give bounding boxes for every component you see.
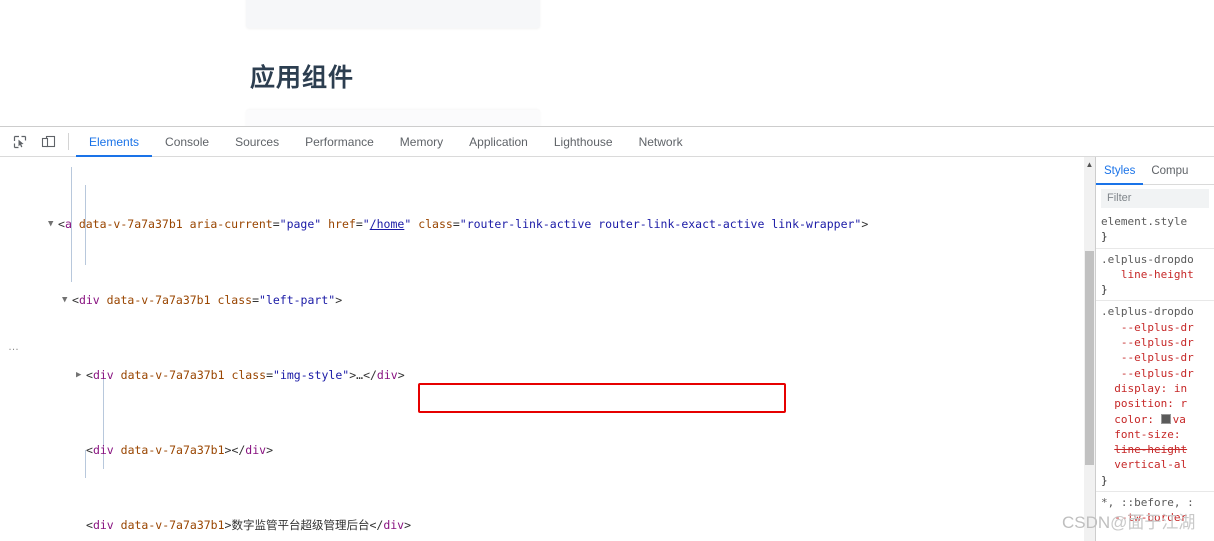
css-property[interactable]: vertical-al xyxy=(1114,458,1187,471)
devtools-tab-bar: Elements Console Sources Performance Mem… xyxy=(76,127,696,157)
css-property[interactable]: font-size: xyxy=(1114,428,1180,441)
page-title: 应用组件 xyxy=(250,64,355,92)
css-property[interactable]: display: in xyxy=(1114,382,1187,395)
tab-performance[interactable]: Performance xyxy=(292,128,387,157)
collapse-arrow[interactable]: ▶ xyxy=(76,366,86,385)
expand-arrow[interactable]: ▼ xyxy=(48,215,58,234)
css-property[interactable]: --elplus-dr xyxy=(1121,367,1194,380)
css-property[interactable]: line-height xyxy=(1121,268,1194,281)
css-rule-universal[interactable]: *, ::before, : --tw-border xyxy=(1096,492,1214,529)
page-content-card xyxy=(246,110,540,126)
tab-styles[interactable]: Styles xyxy=(1096,158,1144,185)
devtools-panel: Elements Console Sources Performance Mem… xyxy=(0,126,1214,541)
tab-elements[interactable]: Elements xyxy=(76,128,153,157)
css-close-brace: } xyxy=(1101,283,1108,297)
css-property[interactable]: --tw-border xyxy=(1114,511,1187,524)
scroll-up-icon[interactable]: ▲ xyxy=(1085,160,1094,169)
css-selector: element.style xyxy=(1101,215,1188,228)
expand-arrow[interactable]: ▼ xyxy=(62,291,72,310)
css-rule-dropdown-2[interactable]: .elplus-dropdo --elplus-dr --elplus-dr -… xyxy=(1096,301,1214,493)
devtools-toolbar: Elements Console Sources Performance Mem… xyxy=(0,127,1214,157)
inspect-element-icon[interactable] xyxy=(6,127,34,156)
css-property[interactable]: --elplus-dr xyxy=(1121,321,1194,334)
dom-line[interactable]: ▼ <a data-v-7a7a37b1 aria-current="page" … xyxy=(0,215,1095,234)
css-property[interactable]: position: r xyxy=(1114,397,1187,410)
css-property[interactable]: --elplus-dr xyxy=(1121,336,1194,349)
css-rule-element-style[interactable]: element.style} xyxy=(1096,211,1214,249)
device-toolbar-icon[interactable] xyxy=(34,127,62,156)
devtools-body: … ▼ <a data-v-7a7a37b1 aria-current="page… xyxy=(0,157,1214,541)
css-property[interactable]: color: xyxy=(1114,413,1154,426)
styles-filter-input[interactable]: Filter xyxy=(1101,189,1209,208)
css-close-brace: } xyxy=(1101,230,1108,244)
css-selector: *, ::before, : xyxy=(1101,496,1194,510)
css-close-brace: } xyxy=(1101,473,1108,487)
tab-application[interactable]: Application xyxy=(456,128,541,157)
tab-console[interactable]: Console xyxy=(152,128,222,157)
styles-pane: Styles Compu Filter element.style} .elpl… xyxy=(1096,157,1214,541)
css-selector: .elplus-dropdo xyxy=(1101,252,1194,266)
css-selector: .elplus-dropdo xyxy=(1101,305,1194,319)
dom-tree[interactable]: ▼ <a data-v-7a7a37b1 aria-current="page" … xyxy=(0,157,1095,541)
tab-lighthouse[interactable]: Lighthouse xyxy=(541,128,626,157)
css-property-overridden[interactable]: line-height xyxy=(1114,443,1187,456)
dom-line[interactable]: ▼ <div data-v-7a7a37b1 class="left-part"> xyxy=(0,291,1095,310)
color-swatch-icon[interactable] xyxy=(1160,413,1171,424)
styles-tab-bar: Styles Compu xyxy=(1096,157,1214,185)
tab-network[interactable]: Network xyxy=(626,128,696,157)
tab-sources[interactable]: Sources xyxy=(222,128,292,157)
dom-tree-scrollbar[interactable]: ▲ xyxy=(1084,157,1095,541)
css-property[interactable]: --elplus-dr xyxy=(1121,351,1194,364)
css-rule-dropdown-1[interactable]: .elplus-dropdo line-height} xyxy=(1096,249,1214,302)
dom-tree-pane[interactable]: … ▼ <a data-v-7a7a37b1 aria-current="page… xyxy=(0,157,1095,541)
scrollbar-thumb[interactable] xyxy=(1085,251,1094,465)
dom-line[interactable]: ▶ <div data-v-7a7a37b1 class="img-style">… xyxy=(0,366,1095,385)
tab-memory[interactable]: Memory xyxy=(387,128,456,157)
styles-filter-row: Filter xyxy=(1096,185,1214,211)
page-top-card xyxy=(246,0,540,28)
toolbar-divider xyxy=(68,133,69,150)
dom-line[interactable]: <div data-v-7a7a37b1></div> xyxy=(0,441,1095,460)
web-page-viewport: 应用组件 xyxy=(0,0,1214,126)
dom-line[interactable]: <div data-v-7a7a37b1>数字监管平台超级管理后台</div> xyxy=(0,516,1095,535)
css-value[interactable]: va xyxy=(1173,413,1186,426)
screenshot-root: 应用组件 Elements Console Sources Performanc… xyxy=(0,0,1214,541)
tab-computed[interactable]: Compu xyxy=(1143,158,1196,185)
